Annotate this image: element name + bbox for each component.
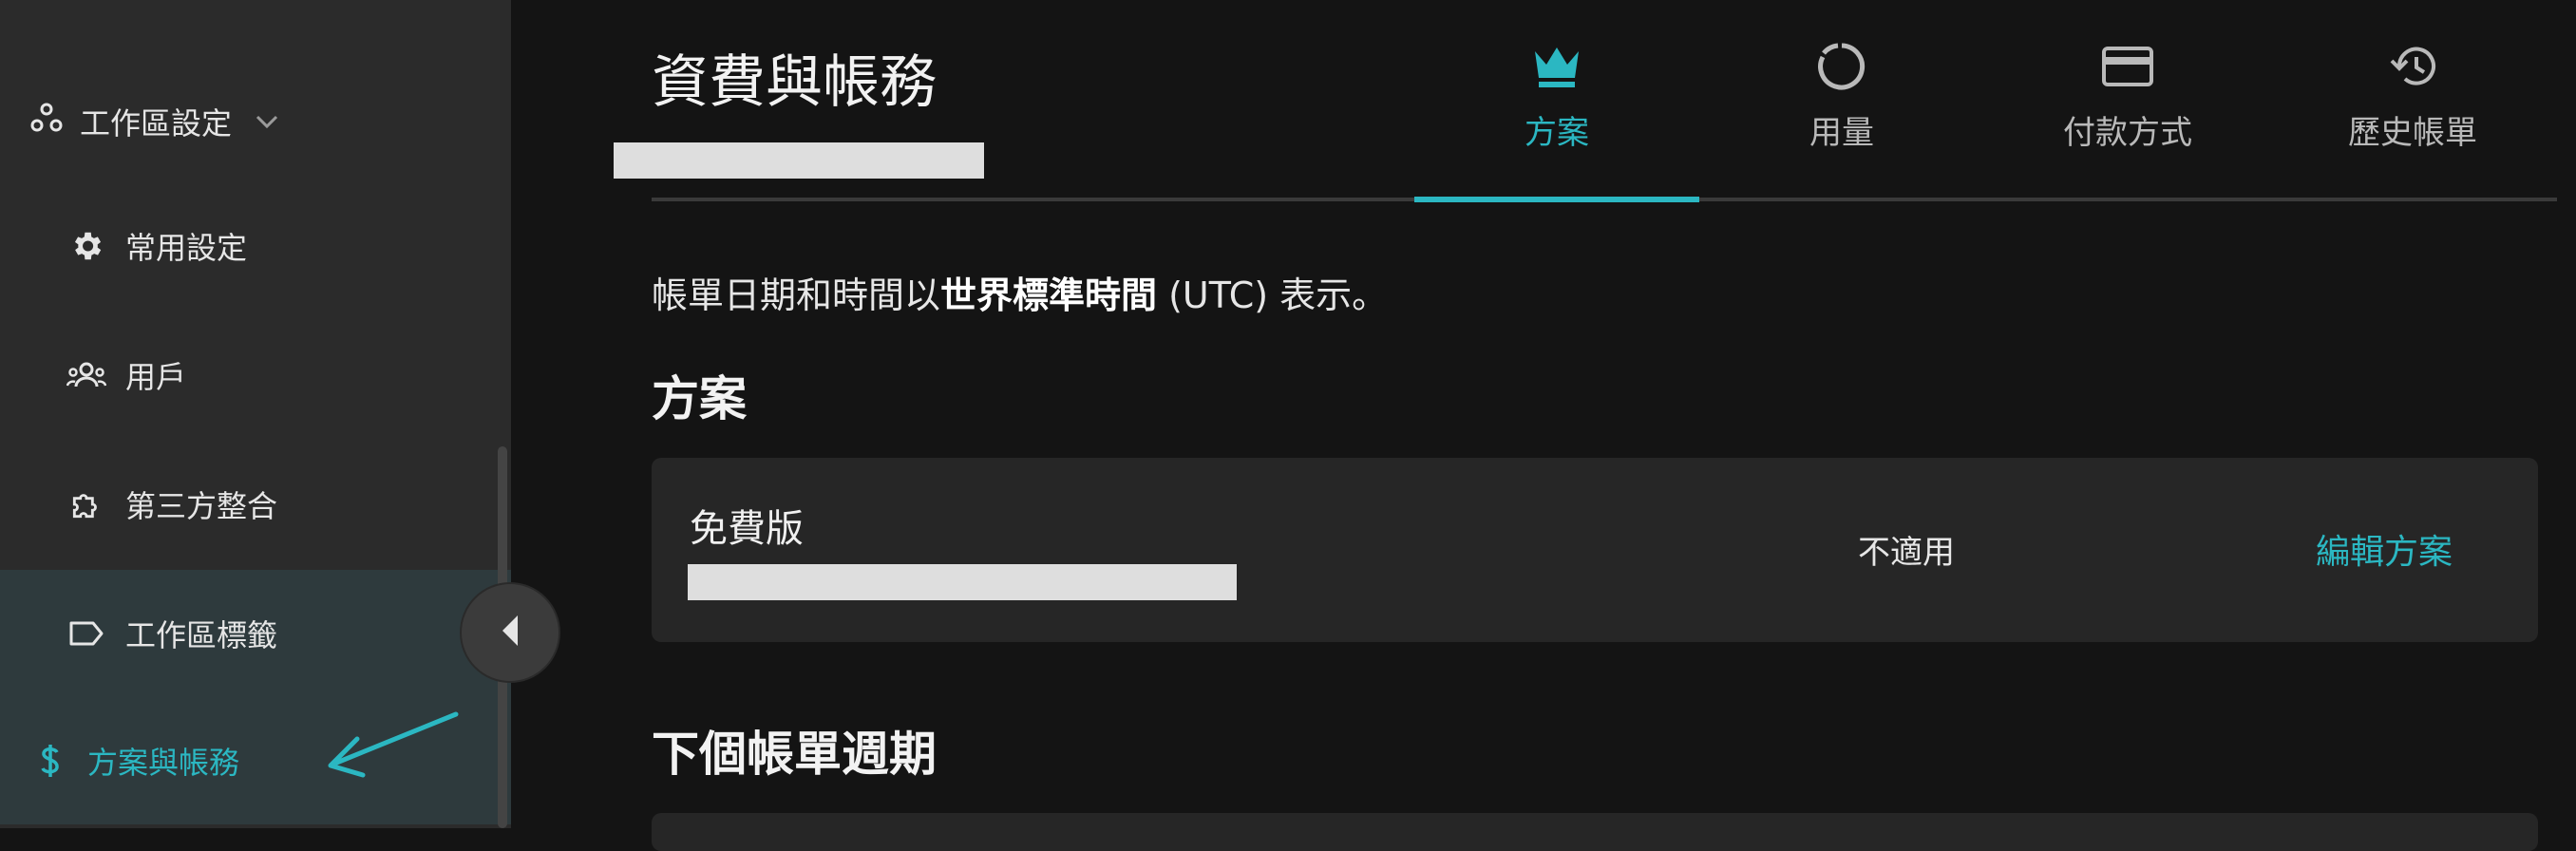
tab-plan[interactable]: 方案	[1414, 38, 1699, 190]
sidebar-item-label: 方案與帳務	[87, 745, 240, 781]
utc-notice: 帳單日期和時間以世界標準時間 (UTC) 表示。	[652, 266, 1388, 318]
sidebar-item-label: 第三方整合	[125, 488, 278, 524]
history-icon	[2386, 38, 2439, 95]
redacted-subtitle	[614, 142, 984, 179]
tab-billing-history[interactable]: 歷史帳單	[2270, 38, 2555, 190]
sidebar-item-users[interactable]: 用戶	[0, 312, 511, 439]
dollar-icon	[30, 741, 70, 781]
notice-suffix: (UTC) 表示。	[1157, 274, 1389, 316]
sidebar: 工作區設定 常用設定 用戶 第三方整合 工作區標籤 方案與帳務	[0, 0, 511, 828]
usage-circle-icon	[1816, 38, 1867, 95]
tab-label: 用量	[1809, 114, 1874, 152]
users-icon	[66, 355, 106, 395]
tab-usage[interactable]: 用量	[1699, 38, 1984, 190]
sidebar-item-label: 常用設定	[125, 230, 248, 266]
annotation-arrow	[328, 711, 459, 778]
tab-label: 方案	[1525, 114, 1589, 152]
tag-icon	[66, 614, 106, 653]
gear-icon	[66, 226, 106, 266]
sidebar-item-general-settings[interactable]: 常用設定	[0, 182, 511, 310]
plan-card: 免費版 不適用 編輯方案	[652, 458, 2538, 642]
collapse-sidebar-button[interactable]	[462, 584, 559, 681]
plan-price: 不適用	[1858, 534, 1955, 572]
chevron-down-icon[interactable]	[255, 113, 279, 130]
active-tab-indicator	[1414, 197, 1699, 202]
page-title: 資費與帳務	[652, 49, 937, 116]
workspace-icon	[30, 102, 63, 142]
edit-plan-link[interactable]: 編輯方案	[2316, 524, 2453, 574]
sidebar-item-workspace-tags[interactable]: 工作區標籤	[0, 570, 511, 697]
sidebar-item-label: 工作區標籤	[125, 617, 278, 653]
redacted-plan-description	[688, 564, 1237, 600]
plan-name: 免費版	[690, 507, 804, 551]
next-billing-cycle-card	[652, 813, 2538, 851]
tab-payment-method[interactable]: 付款方式	[1985, 38, 2270, 190]
workspace-settings-label: 工作區設定	[80, 105, 233, 142]
next-billing-cycle-title: 下個帳單週期	[652, 727, 937, 782]
sidebar-item-integrations[interactable]: 第三方整合	[0, 441, 511, 568]
crown-icon	[1531, 38, 1582, 95]
tab-label: 付款方式	[2063, 114, 2192, 152]
credit-card-icon	[2101, 38, 2154, 95]
notice-prefix: 帳單日期和時間以	[652, 274, 941, 316]
notice-bold: 世界標準時間	[940, 274, 1158, 316]
puzzle-icon	[66, 484, 106, 524]
workspace-settings-header[interactable]: 工作區設定	[30, 97, 279, 146]
plan-section-title: 方案	[652, 371, 747, 426]
chevron-left-icon	[499, 614, 521, 652]
tab-label: 歷史帳單	[2348, 114, 2477, 152]
sidebar-item-label: 用戶	[125, 359, 187, 395]
